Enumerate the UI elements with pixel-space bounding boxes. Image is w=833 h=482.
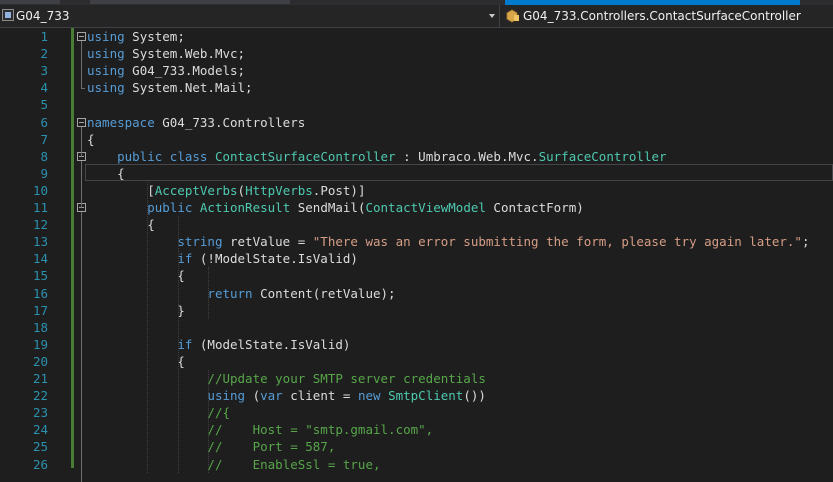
code-line[interactable]: 3 using G04_733.Models; (0, 62, 833, 79)
line-number: 2 (40, 46, 48, 62)
collapse-toggle-icon[interactable] (77, 117, 86, 127)
line-number: 17 (32, 302, 48, 318)
code-text: public class ContactSurfaceController : … (117, 148, 667, 164)
document-tab[interactable] (90, 0, 290, 4)
code-text: return Content(retValue); (207, 285, 396, 301)
line-number: 3 (40, 63, 48, 79)
code-text: // Host = "smtp.gmail.com", (207, 422, 434, 438)
code-text: { (87, 217, 155, 233)
line-number: 12 (32, 217, 48, 233)
document-tab[interactable] (0, 0, 60, 4)
line-number: 18 (32, 319, 48, 335)
line-number: 22 (32, 388, 48, 404)
code-line[interactable]: 20 { (0, 353, 833, 370)
code-text: using System; (87, 29, 185, 44)
code-editor[interactable]: 1 using System; 2 using System.Web.Mvc; 3 usi… (0, 28, 833, 482)
code-line[interactable]: 22 using (var client = new SmtpClient()) (0, 387, 833, 404)
line-number: 11 (32, 200, 48, 215)
outline-guide (81, 41, 82, 89)
line-number: 25 (32, 439, 48, 455)
code-line[interactable]: 6 namespace G04_733.Controllers (0, 114, 833, 131)
code-text: public ActionResult SendMail(ContactView… (147, 200, 584, 215)
code-line[interactable]: 13 string retValue = "There was an error… (0, 233, 833, 250)
navigation-bar: G04_733 G04_733.Controllers.ContactSurfa… (0, 5, 833, 28)
outline-guide-end (81, 88, 85, 90)
code-line[interactable]: 14 if (!ModelState.IsValid) (0, 250, 833, 267)
code-line[interactable]: 15 { (0, 267, 833, 284)
type-dropdown[interactable]: G04_733.Controllers.ContactSurfaceContro… (500, 5, 833, 27)
code-line[interactable]: 5 (0, 96, 833, 113)
code-text: using G04_733.Models; (87, 63, 246, 79)
code-line[interactable]: 17 } (0, 302, 833, 319)
code-line[interactable]: 7{ (0, 131, 833, 148)
code-line[interactable]: 23 //{ (0, 404, 833, 421)
code-line[interactable]: 18 (0, 319, 833, 336)
code-text: // Port = 587, (207, 439, 336, 455)
code-line[interactable]: 25 // Port = 587, (0, 438, 833, 455)
code-text: [AcceptVerbs(HttpVerbs.Post)] (87, 182, 366, 198)
csharp-project-icon (2, 9, 14, 21)
line-number: 14 (32, 251, 48, 267)
line-number: 7 (40, 131, 48, 147)
line-number: 5 (40, 97, 48, 113)
code-line[interactable]: 12 { (0, 216, 833, 233)
line-number: 21 (32, 371, 48, 386)
code-text: { (87, 268, 185, 284)
line-number: 16 (32, 285, 48, 301)
code-text: { (87, 131, 95, 147)
code-line[interactable]: 21 //Update your SMTP server credentials (0, 370, 833, 387)
project-dropdown[interactable]: G04_733 (0, 5, 500, 27)
code-line[interactable]: 24 // Host = "smtp.gmail.com", (0, 421, 833, 438)
line-number: 1 (40, 29, 48, 44)
line-number: 15 (32, 268, 48, 284)
line-number: 4 (40, 80, 48, 96)
code-line[interactable]: 19 if (ModelState.IsValid) (0, 336, 833, 353)
line-number: 19 (32, 336, 48, 352)
line-number: 24 (32, 422, 48, 438)
chevron-down-icon[interactable] (489, 14, 495, 18)
outline-guide (81, 212, 82, 482)
code-line[interactable]: 1 using System; (0, 28, 833, 45)
code-text: using System.Web.Mvc; (87, 46, 246, 62)
code-line[interactable]: 26 // EnableSsl = true, (0, 456, 833, 473)
line-number: 9 (40, 165, 48, 181)
indent-guide (147, 181, 149, 473)
line-number: 23 (32, 405, 48, 421)
line-number: 8 (40, 148, 48, 164)
indent-guide (177, 216, 179, 473)
code-text: if (!ModelState.IsValid) (177, 251, 358, 267)
line-number: 20 (32, 353, 48, 369)
indent-guide (207, 267, 209, 319)
type-path: G04_733.Controllers.ContactSurfaceContro… (523, 9, 801, 23)
code-text: { (87, 165, 125, 181)
code-text: namespace G04_733.Controllers (87, 114, 306, 130)
code-text: { (87, 353, 185, 369)
outline-guide (81, 126, 82, 157)
code-line[interactable]: 16 return Content(retValue); (0, 285, 833, 302)
class-icon (506, 9, 519, 23)
line-number: 10 (32, 182, 48, 198)
line-number: 6 (40, 114, 48, 130)
code-line[interactable]: 2 using System.Web.Mvc; (0, 45, 833, 62)
code-line[interactable]: 11 public ActionResult SendMail(ContactV… (0, 199, 833, 216)
code-line[interactable]: 10 [AcceptVerbs(HttpVerbs.Post)] (0, 182, 833, 199)
collapse-toggle-icon[interactable] (77, 32, 86, 41)
code-line[interactable]: 8 public class ContactSurfaceController … (0, 148, 833, 165)
code-text: string retValue = "There was an error su… (177, 234, 810, 250)
outline-guide (81, 160, 82, 208)
line-number: 13 (32, 234, 48, 250)
line-number: 26 (32, 456, 48, 472)
code-text: if (ModelState.IsValid) (177, 336, 351, 352)
indent-guide (207, 370, 209, 473)
code-line[interactable]: 9 { (0, 165, 833, 182)
code-text: using System.Net.Mail; (87, 80, 253, 96)
code-text: // EnableSsl = true, (207, 456, 381, 472)
code-text: } (87, 302, 185, 318)
project-name: G04_733 (16, 9, 70, 23)
code-line[interactable]: 4 using System.Net.Mail; (0, 79, 833, 96)
